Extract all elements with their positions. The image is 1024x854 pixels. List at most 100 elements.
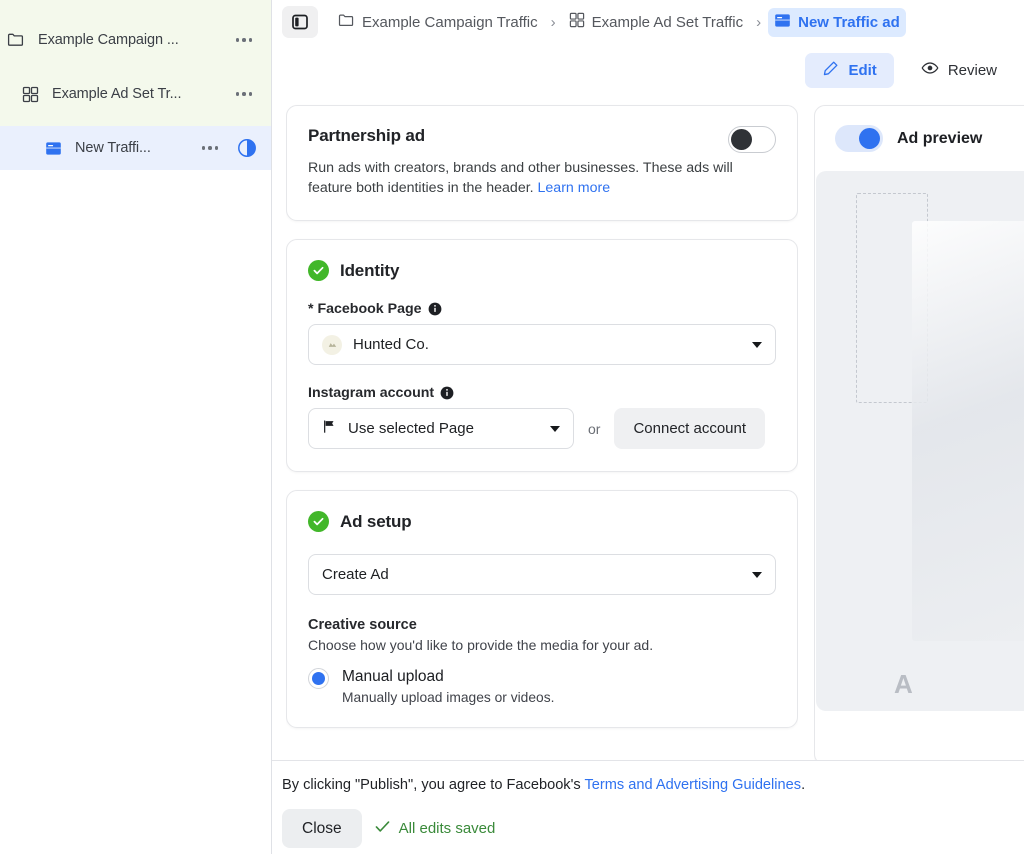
- ad-preview-body: A: [816, 171, 1024, 711]
- chevron-down-icon: [752, 572, 762, 578]
- preview-placeholder-image: [912, 221, 1024, 641]
- grid-icon: [569, 12, 585, 32]
- edit-mode-button[interactable]: Edit: [805, 53, 893, 88]
- sidebar-spacer-1: [0, 62, 271, 72]
- review-mode-label: Review: [948, 62, 997, 79]
- main-panel: Example Campaign Traffic › Example Ad Se…: [272, 0, 1024, 854]
- check-circle-icon: [308, 511, 329, 532]
- pencil-icon: [822, 60, 839, 81]
- review-mode-button[interactable]: Review: [904, 52, 1014, 88]
- footer-actions: Close All edits saved: [282, 809, 1024, 848]
- facebook-page-value: Hunted Co.: [353, 336, 741, 353]
- ad-format-value: Create Ad: [322, 566, 741, 583]
- contrast-icon[interactable]: [237, 138, 257, 158]
- ad-preview-title: Ad preview: [897, 130, 982, 148]
- ad-preview-header: Ad preview: [815, 106, 1024, 171]
- manual-upload-description: Manually upload images or videos.: [342, 690, 554, 705]
- ad-icon: [774, 12, 791, 33]
- learn-more-link[interactable]: Learn more: [538, 180, 611, 196]
- breadcrumb-label: Example Campaign Traffic: [362, 14, 538, 31]
- preview-placeholder-glyph: A: [894, 669, 913, 700]
- sidebar-toggle-icon[interactable]: [282, 6, 318, 38]
- instagram-account-label: Instagram account: [308, 385, 776, 401]
- creative-source-option-manual-upload[interactable]: Manual upload Manually upload images or …: [308, 667, 776, 704]
- sidebar-item-label: New Traffi...: [75, 140, 197, 156]
- sidebar-ad-menu-button[interactable]: [197, 138, 223, 158]
- partnership-ad-card: Partnership ad Run ads with creators, br…: [286, 105, 798, 221]
- sidebar-item-adset[interactable]: Example Ad Set Tr...: [0, 72, 271, 116]
- breadcrumb-label: Example Ad Set Traffic: [592, 14, 743, 31]
- chevron-down-icon: [550, 426, 560, 432]
- top-header: Example Campaign Traffic › Example Ad Se…: [272, 0, 1024, 96]
- edit-mode-label: Edit: [848, 62, 876, 79]
- partnership-ad-description-text: Run ads with creators, brands and other …: [308, 160, 733, 196]
- toggle-knob: [859, 128, 880, 149]
- sidebar-item-ad[interactable]: New Traffi...: [0, 126, 271, 170]
- content-scroll-area: Partnership ad Run ads with creators, br…: [272, 96, 1024, 760]
- ad-icon: [43, 138, 63, 158]
- folder-icon: [338, 12, 355, 33]
- ad-preview-card: Ad preview A: [814, 105, 1024, 760]
- sidebar-top-spacer: [0, 0, 271, 18]
- instagram-account-value: Use selected Page: [348, 420, 539, 437]
- info-icon[interactable]: [428, 302, 442, 316]
- ad-format-select[interactable]: Create Ad: [308, 554, 776, 595]
- saved-status-label: All edits saved: [399, 820, 496, 837]
- partnership-ad-description: Run ads with creators, brands and other …: [308, 158, 774, 198]
- or-separator-label: or: [588, 421, 600, 437]
- status-badge: All edits saved: [374, 818, 496, 839]
- ad-preview-column: Ad preview A: [814, 96, 1024, 760]
- ad-setup-title: Ad setup: [340, 512, 412, 532]
- manual-upload-label: Manual upload: [342, 668, 444, 685]
- ad-setup-card: Ad setup Create Ad Creative source Choos…: [286, 490, 798, 727]
- app-root: Example Campaign ... Example Ad Set Tr..…: [0, 0, 1024, 854]
- close-button[interactable]: Close: [282, 809, 362, 848]
- creative-source-description: Choose how you'd like to provide the med…: [308, 637, 776, 653]
- identity-card: Identity * Facebook Page Hunted Co.: [286, 239, 798, 472]
- ad-preview-toggle[interactable]: [835, 125, 883, 152]
- instagram-account-label-text: Instagram account: [308, 385, 434, 401]
- breadcrumb-item-ad[interactable]: New Traffic ad: [768, 8, 906, 37]
- sidebar-adset-menu-button[interactable]: [231, 84, 257, 104]
- facebook-page-select[interactable]: Hunted Co.: [308, 324, 776, 365]
- folder-icon: [6, 30, 26, 50]
- check-icon: [374, 818, 391, 839]
- terms-and-guidelines-link[interactable]: Terms and Advertising Guidelines: [584, 777, 801, 793]
- sidebar-item-label: Example Ad Set Tr...: [52, 86, 231, 102]
- sidebar-spacer-2: [0, 116, 271, 126]
- flag-icon: [322, 419, 337, 438]
- breadcrumb-item-campaign[interactable]: Example Campaign Traffic: [332, 8, 544, 37]
- left-sidebar: Example Campaign ... Example Ad Set Tr..…: [0, 0, 272, 854]
- grid-icon: [20, 84, 40, 104]
- partnership-ad-title: Partnership ad: [308, 126, 425, 146]
- toggle-knob: [731, 129, 752, 150]
- breadcrumb-item-adset[interactable]: Example Ad Set Traffic: [563, 8, 749, 36]
- sidebar-item-label: Example Campaign ...: [38, 32, 231, 48]
- sidebar-campaign-menu-button[interactable]: [231, 30, 257, 50]
- mode-switcher: Edit Review: [272, 44, 1024, 96]
- breadcrumb: Example Campaign Traffic › Example Ad Se…: [272, 0, 1024, 44]
- ad-form-column: Partnership ad Run ads with creators, br…: [286, 96, 798, 760]
- publish-agreement-prefix: By clicking "Publish", you agree to Face…: [282, 777, 584, 793]
- identity-title: Identity: [340, 261, 399, 281]
- sidebar-item-campaign[interactable]: Example Campaign ...: [0, 18, 271, 62]
- check-circle-icon: [308, 260, 329, 281]
- facebook-page-label-text: * Facebook Page: [308, 301, 422, 317]
- breadcrumb-label: New Traffic ad: [798, 14, 900, 31]
- breadcrumb-separator: ›: [749, 14, 768, 31]
- connect-account-button[interactable]: Connect account: [614, 408, 765, 449]
- facebook-page-label: * Facebook Page: [308, 301, 776, 317]
- partnership-ad-toggle[interactable]: [728, 126, 776, 153]
- info-icon[interactable]: [440, 386, 454, 400]
- footer-bar: By clicking "Publish", you agree to Face…: [272, 760, 1024, 854]
- breadcrumb-separator: ›: [544, 14, 563, 31]
- eye-icon: [921, 59, 939, 81]
- chevron-down-icon: [752, 342, 762, 348]
- instagram-account-row: Use selected Page or Connect account: [308, 408, 776, 449]
- page-avatar-icon: [322, 335, 342, 355]
- instagram-account-select[interactable]: Use selected Page: [308, 408, 574, 449]
- radio-manual-upload[interactable]: [308, 668, 329, 689]
- publish-agreement-suffix: .: [801, 777, 805, 793]
- creative-source-label: Creative source: [308, 617, 776, 633]
- publish-agreement-text: By clicking "Publish", you agree to Face…: [282, 777, 1024, 793]
